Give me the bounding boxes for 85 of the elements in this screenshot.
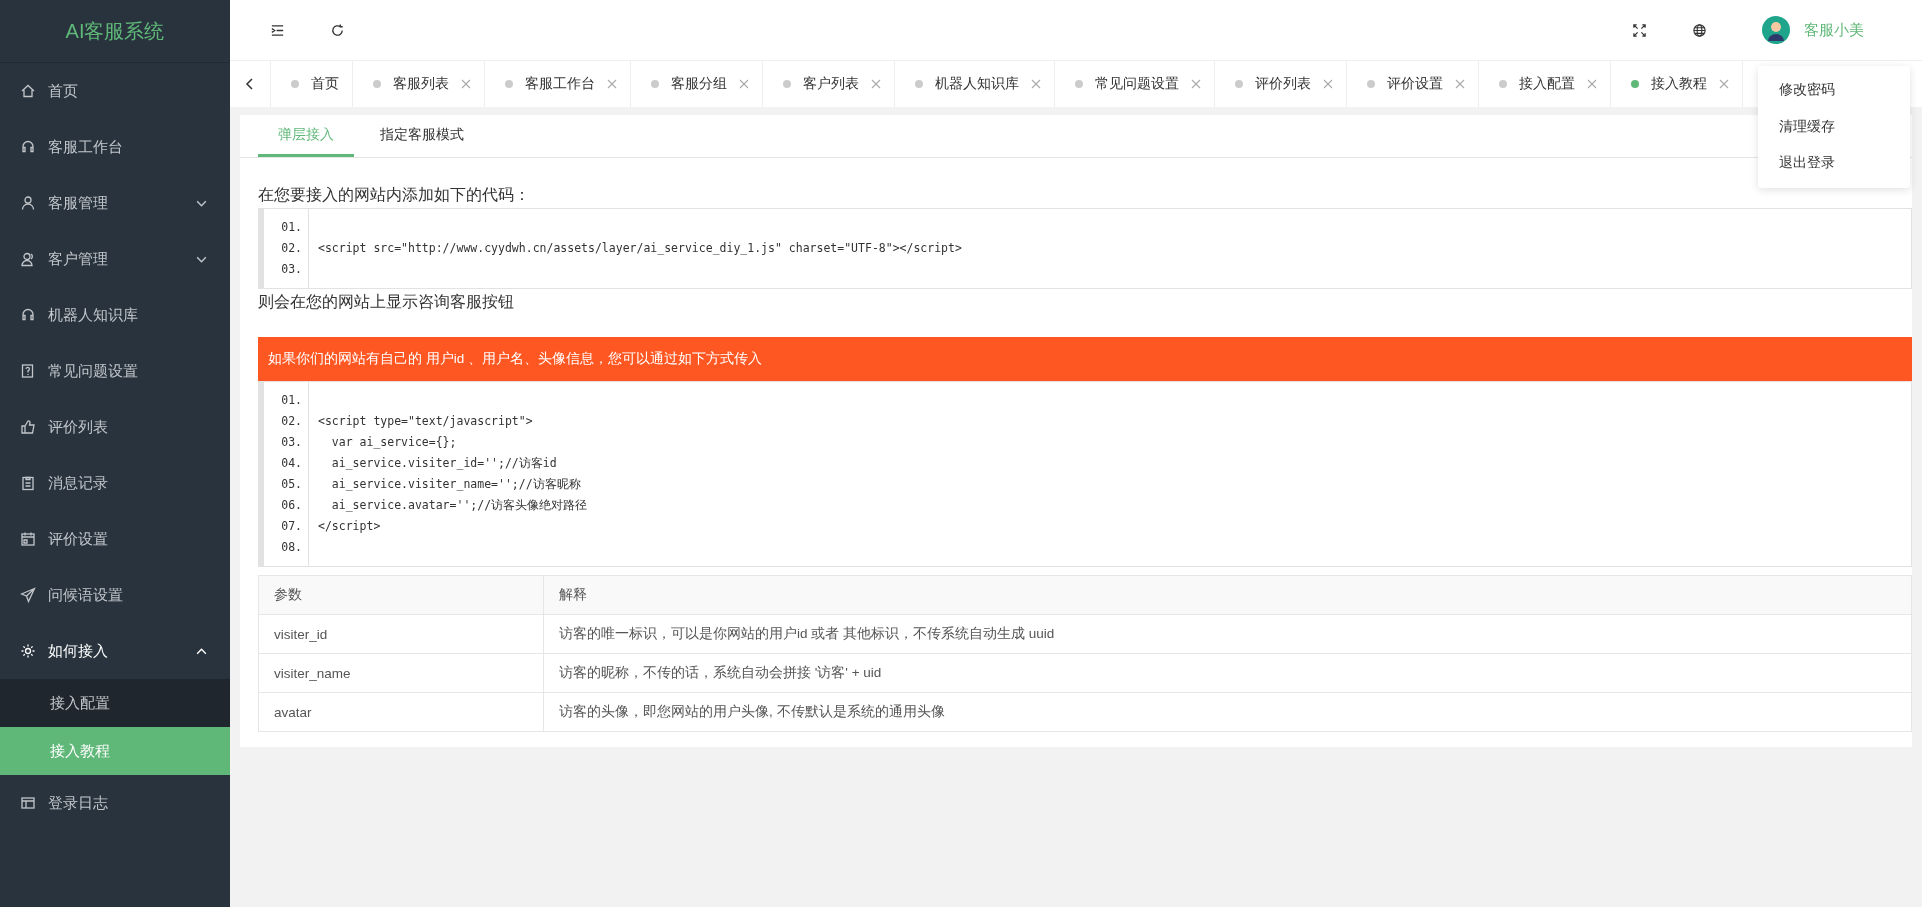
headset-icon bbox=[20, 307, 36, 323]
table-cell: visiter_name bbox=[258, 653, 544, 693]
line-number: 03. bbox=[280, 434, 302, 451]
sidebar-item[interactable]: 客服管理 bbox=[0, 175, 230, 231]
close-icon[interactable] bbox=[871, 79, 881, 89]
page-tab[interactable]: 客服分组 bbox=[631, 61, 763, 107]
sidebar-item[interactable]: 首页 bbox=[0, 63, 230, 119]
user-icon bbox=[20, 195, 36, 211]
sidebar-item[interactable]: 客户管理 bbox=[0, 231, 230, 287]
calendar-icon bbox=[20, 531, 36, 547]
page-tab[interactable]: 客户列表 bbox=[763, 61, 895, 107]
window-icon bbox=[20, 795, 36, 811]
line-number: 01. bbox=[280, 392, 302, 409]
page-tab[interactable]: 常见问题设置 bbox=[1055, 61, 1215, 107]
close-icon[interactable] bbox=[1719, 79, 1729, 89]
code-line: <script type="text/javascript"> bbox=[318, 414, 533, 428]
column-header: 解释 bbox=[543, 575, 1912, 615]
code-line: ai_service.visiter_id='';//访客id bbox=[330, 456, 557, 470]
page-tab[interactable]: 接入配置 bbox=[1479, 61, 1611, 107]
menu-icon[interactable] bbox=[270, 22, 285, 38]
avatar-icon[interactable] bbox=[1762, 16, 1790, 44]
code-line: </script> bbox=[318, 519, 381, 533]
page-tab[interactable]: 首页 bbox=[271, 61, 353, 107]
code-line: var ai_service={}; bbox=[330, 435, 457, 449]
line-number: 06. bbox=[280, 497, 302, 514]
chevron-left-icon bbox=[244, 78, 256, 90]
sidebar-item[interactable]: 如何接入 bbox=[0, 623, 230, 679]
content-tab[interactable]: 指定客服模式 bbox=[360, 115, 484, 157]
line-number: 03. bbox=[280, 261, 302, 278]
menu-item[interactable]: 退出登录 bbox=[1758, 145, 1910, 182]
close-icon[interactable] bbox=[1455, 79, 1465, 89]
gear-icon bbox=[20, 643, 36, 659]
line-number: 05. bbox=[280, 476, 302, 493]
line-number: 08. bbox=[280, 539, 302, 556]
send-icon bbox=[20, 587, 36, 603]
headset-icon bbox=[20, 139, 36, 155]
close-icon[interactable] bbox=[1191, 79, 1201, 89]
code-line: ai_service.avatar='';//访客头像绝对路径 bbox=[330, 498, 588, 512]
sidebar-item[interactable]: 问候语设置 bbox=[0, 567, 230, 623]
sidebar-item[interactable]: 登录日志 bbox=[0, 775, 230, 831]
close-icon[interactable] bbox=[461, 79, 471, 89]
page-tab[interactable]: 评价列表 bbox=[1215, 61, 1347, 107]
question-icon bbox=[20, 363, 36, 379]
sidebar-item[interactable]: 常见问题设置 bbox=[0, 343, 230, 399]
close-icon[interactable] bbox=[1587, 79, 1597, 89]
page-tab[interactable]: 评价设置 bbox=[1347, 61, 1479, 107]
table-cell: 访客的头像，即您网站的用户头像, 不传默认是系统的通用头像 bbox=[543, 692, 1912, 732]
line-number: 01. bbox=[280, 219, 302, 236]
line-number: 04. bbox=[280, 455, 302, 472]
page-tab[interactable]: 接入教程 bbox=[1611, 61, 1743, 107]
notice-banner: 如果你们的网站有自己的 用户id 、用户名、头像信息，您可以通过如下方式传入 bbox=[258, 337, 1912, 381]
table-cell: visiter_id bbox=[258, 614, 544, 654]
users-icon bbox=[20, 251, 36, 267]
sidebar-subitem[interactable]: 接入配置 bbox=[0, 679, 230, 727]
page-tab[interactable]: 客服工作台 bbox=[485, 61, 631, 107]
menu-item[interactable]: 修改密码 bbox=[1758, 72, 1910, 109]
thumb-icon bbox=[20, 419, 36, 435]
refresh-icon[interactable] bbox=[330, 22, 345, 38]
line-number: 02. bbox=[280, 413, 302, 430]
sidebar-item[interactable]: 机器人知识库 bbox=[0, 287, 230, 343]
code-line: <script src="http://www.cyydwh.cn/assets/layer/ai_service_diy_1.js" charset="UTF-8"></script> bbox=[318, 241, 962, 255]
sidebar-item[interactable]: 客服工作台 bbox=[0, 119, 230, 175]
table-cell: 访客的唯一标识，可以是你网站的用户id 或者 其他标识，不传系统自动生成 uuid bbox=[543, 614, 1912, 654]
result-text: 则会在您的网站上显示咨询客服按钮 bbox=[258, 292, 515, 312]
sidebar-item[interactable]: 消息记录 bbox=[0, 455, 230, 511]
page-tab[interactable]: 机器人知识库 bbox=[895, 61, 1055, 107]
instruction-text: 在您要接入的网站内添加如下的代码： bbox=[258, 185, 531, 205]
fullscreen-icon[interactable] bbox=[1632, 22, 1647, 38]
close-icon[interactable] bbox=[1323, 79, 1333, 89]
close-icon[interactable] bbox=[739, 79, 749, 89]
table-cell: 访客的昵称，不传的话，系统自动会拼接 '访客' + uid bbox=[543, 653, 1912, 693]
close-icon[interactable] bbox=[607, 79, 617, 89]
menu-item[interactable]: 清理缓存 bbox=[1758, 108, 1910, 145]
home-icon bbox=[20, 83, 36, 99]
page-tab[interactable]: 客服列表 bbox=[353, 61, 485, 107]
line-number: 02. bbox=[280, 240, 302, 257]
table-cell: avatar bbox=[258, 692, 544, 732]
clipboard-icon bbox=[20, 475, 36, 491]
sidebar-item[interactable]: 评价列表 bbox=[0, 399, 230, 455]
sidebar-item[interactable]: 评价设置 bbox=[0, 511, 230, 567]
line-number: 07. bbox=[280, 518, 302, 535]
globe-icon[interactable] bbox=[1692, 22, 1707, 38]
close-icon[interactable] bbox=[1031, 79, 1041, 89]
code-line: ai_service.visiter_name='';//访客昵称 bbox=[330, 477, 581, 491]
column-header: 参数 bbox=[258, 575, 544, 615]
